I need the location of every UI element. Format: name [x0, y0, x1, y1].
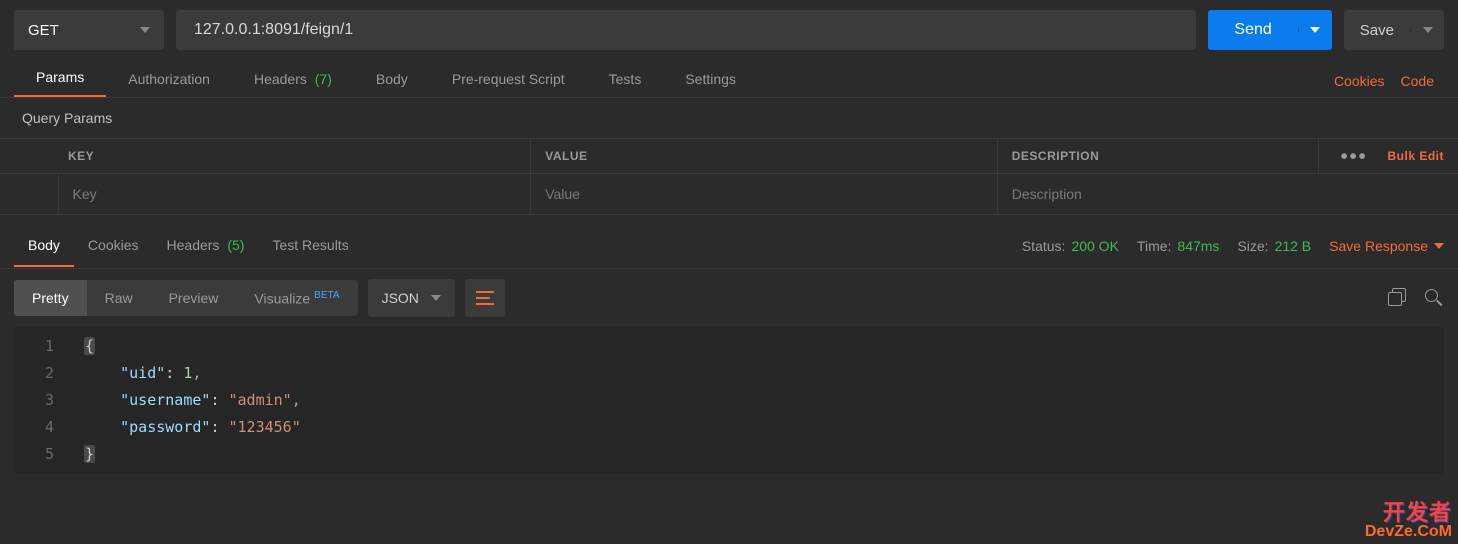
http-method-select[interactable]: GET	[14, 10, 164, 50]
save-response-label: Save Response	[1329, 238, 1428, 254]
http-method-value: GET	[28, 22, 59, 39]
code-line: 5}	[14, 441, 1444, 468]
send-button-label: Send	[1208, 21, 1297, 39]
query-params-title: Query Params	[0, 98, 1458, 138]
code-content: }	[84, 441, 95, 468]
save-button-label: Save	[1344, 22, 1410, 39]
code-content: {	[84, 333, 95, 360]
col-key: KEY	[0, 139, 531, 174]
mode-pretty[interactable]: Pretty	[14, 280, 87, 317]
watermark: 开发者 DevZe.CoM	[1365, 502, 1452, 540]
save-dropdown-toggle[interactable]	[1410, 27, 1444, 33]
tab-settings[interactable]: Settings	[663, 61, 758, 97]
response-body-viewer[interactable]: 1{2 "uid": 1,3 "username": "admin",4 "pa…	[14, 327, 1444, 474]
code-line: 1{	[14, 333, 1444, 360]
watermark-line1: 开发者	[1365, 502, 1452, 524]
params-table: KEY VALUE DESCRIPTION ••• Bulk Edit Key …	[0, 138, 1458, 215]
code-content: "username": "admin",	[84, 387, 301, 414]
headers-count: (7)	[315, 71, 332, 87]
value-input[interactable]: Value	[531, 174, 998, 215]
code-line: 3 "username": "admin",	[14, 387, 1444, 414]
res-headers-count: (5)	[227, 237, 244, 253]
beta-badge: BETA	[314, 290, 339, 301]
language-value: JSON	[382, 290, 419, 306]
size-value: 212 B	[1275, 238, 1312, 254]
mode-preview[interactable]: Preview	[151, 280, 237, 317]
time-label: Time:	[1137, 238, 1171, 254]
wrap-toggle-button[interactable]	[465, 279, 505, 317]
search-icon[interactable]	[1424, 288, 1444, 308]
code-line: 4 "password": "123456"	[14, 414, 1444, 441]
res-tab-headers[interactable]: Headers (5)	[153, 225, 259, 267]
time-value: 847ms	[1177, 238, 1219, 254]
code-line: 2 "uid": 1,	[14, 360, 1444, 387]
save-button[interactable]: Save	[1344, 10, 1444, 50]
key-input[interactable]: Key	[58, 174, 531, 215]
bulk-edit-link[interactable]: Bulk Edit	[1387, 149, 1444, 163]
wrap-icon	[476, 291, 494, 305]
res-tab-cookies[interactable]: Cookies	[74, 225, 153, 267]
response-tabs: Body Cookies Headers (5) Test Results	[14, 225, 363, 267]
mode-visualize[interactable]: Visualize BETA	[236, 280, 357, 317]
tab-body[interactable]: Body	[354, 61, 430, 97]
line-number: 1	[14, 333, 84, 360]
send-dropdown-toggle[interactable]	[1298, 27, 1332, 33]
res-tab-body[interactable]: Body	[14, 225, 74, 267]
mode-visualize-label: Visualize	[254, 290, 310, 306]
mode-raw[interactable]: Raw	[87, 280, 151, 317]
tab-tests[interactable]: Tests	[587, 61, 664, 97]
tab-authorization[interactable]: Authorization	[106, 61, 232, 97]
line-number: 5	[14, 441, 84, 468]
view-mode-tabs: Pretty Raw Preview Visualize BETA	[14, 280, 358, 317]
chevron-down-icon	[1423, 27, 1433, 33]
description-input[interactable]: Description	[997, 174, 1458, 215]
chevron-down-icon	[1310, 27, 1320, 33]
chevron-down-icon	[140, 27, 150, 33]
res-tab-test-results[interactable]: Test Results	[258, 225, 362, 267]
line-number: 2	[14, 360, 84, 387]
watermark-line2: DevZe.CoM	[1365, 524, 1452, 540]
code-link[interactable]: Code	[1401, 73, 1434, 89]
code-content: "uid": 1,	[84, 360, 201, 387]
line-number: 3	[14, 387, 84, 414]
tab-params[interactable]: Params	[14, 59, 106, 97]
more-options-icon[interactable]: •••	[1341, 152, 1368, 162]
send-button[interactable]: Send	[1208, 10, 1331, 50]
language-select[interactable]: JSON	[368, 279, 455, 317]
chevron-down-icon	[431, 295, 441, 301]
res-tab-headers-label: Headers	[167, 237, 220, 253]
status-value: 200 OK	[1071, 238, 1118, 254]
copy-icon[interactable]	[1388, 288, 1408, 308]
cookies-link[interactable]: Cookies	[1334, 73, 1385, 89]
size-label: Size:	[1237, 238, 1268, 254]
tab-headers-label: Headers	[254, 71, 307, 87]
response-meta: Status: 200 OK Time: 847ms Size: 212 B Save…	[1022, 238, 1444, 254]
line-number: 4	[14, 414, 84, 441]
url-input[interactable]	[176, 10, 1196, 50]
tab-prerequest[interactable]: Pre-request Script	[430, 61, 587, 97]
col-value: VALUE	[531, 139, 998, 174]
save-response-button[interactable]: Save Response	[1329, 238, 1444, 254]
status-label: Status:	[1022, 238, 1066, 254]
chevron-down-icon	[1434, 243, 1444, 249]
tab-headers[interactable]: Headers (7)	[232, 61, 354, 97]
code-content: "password": "123456"	[84, 414, 301, 441]
col-description: DESCRIPTION	[997, 139, 1318, 174]
request-tabs: Params Authorization Headers (7) Body Pr…	[0, 60, 1458, 98]
table-row[interactable]: Key Value Description	[0, 174, 1458, 215]
